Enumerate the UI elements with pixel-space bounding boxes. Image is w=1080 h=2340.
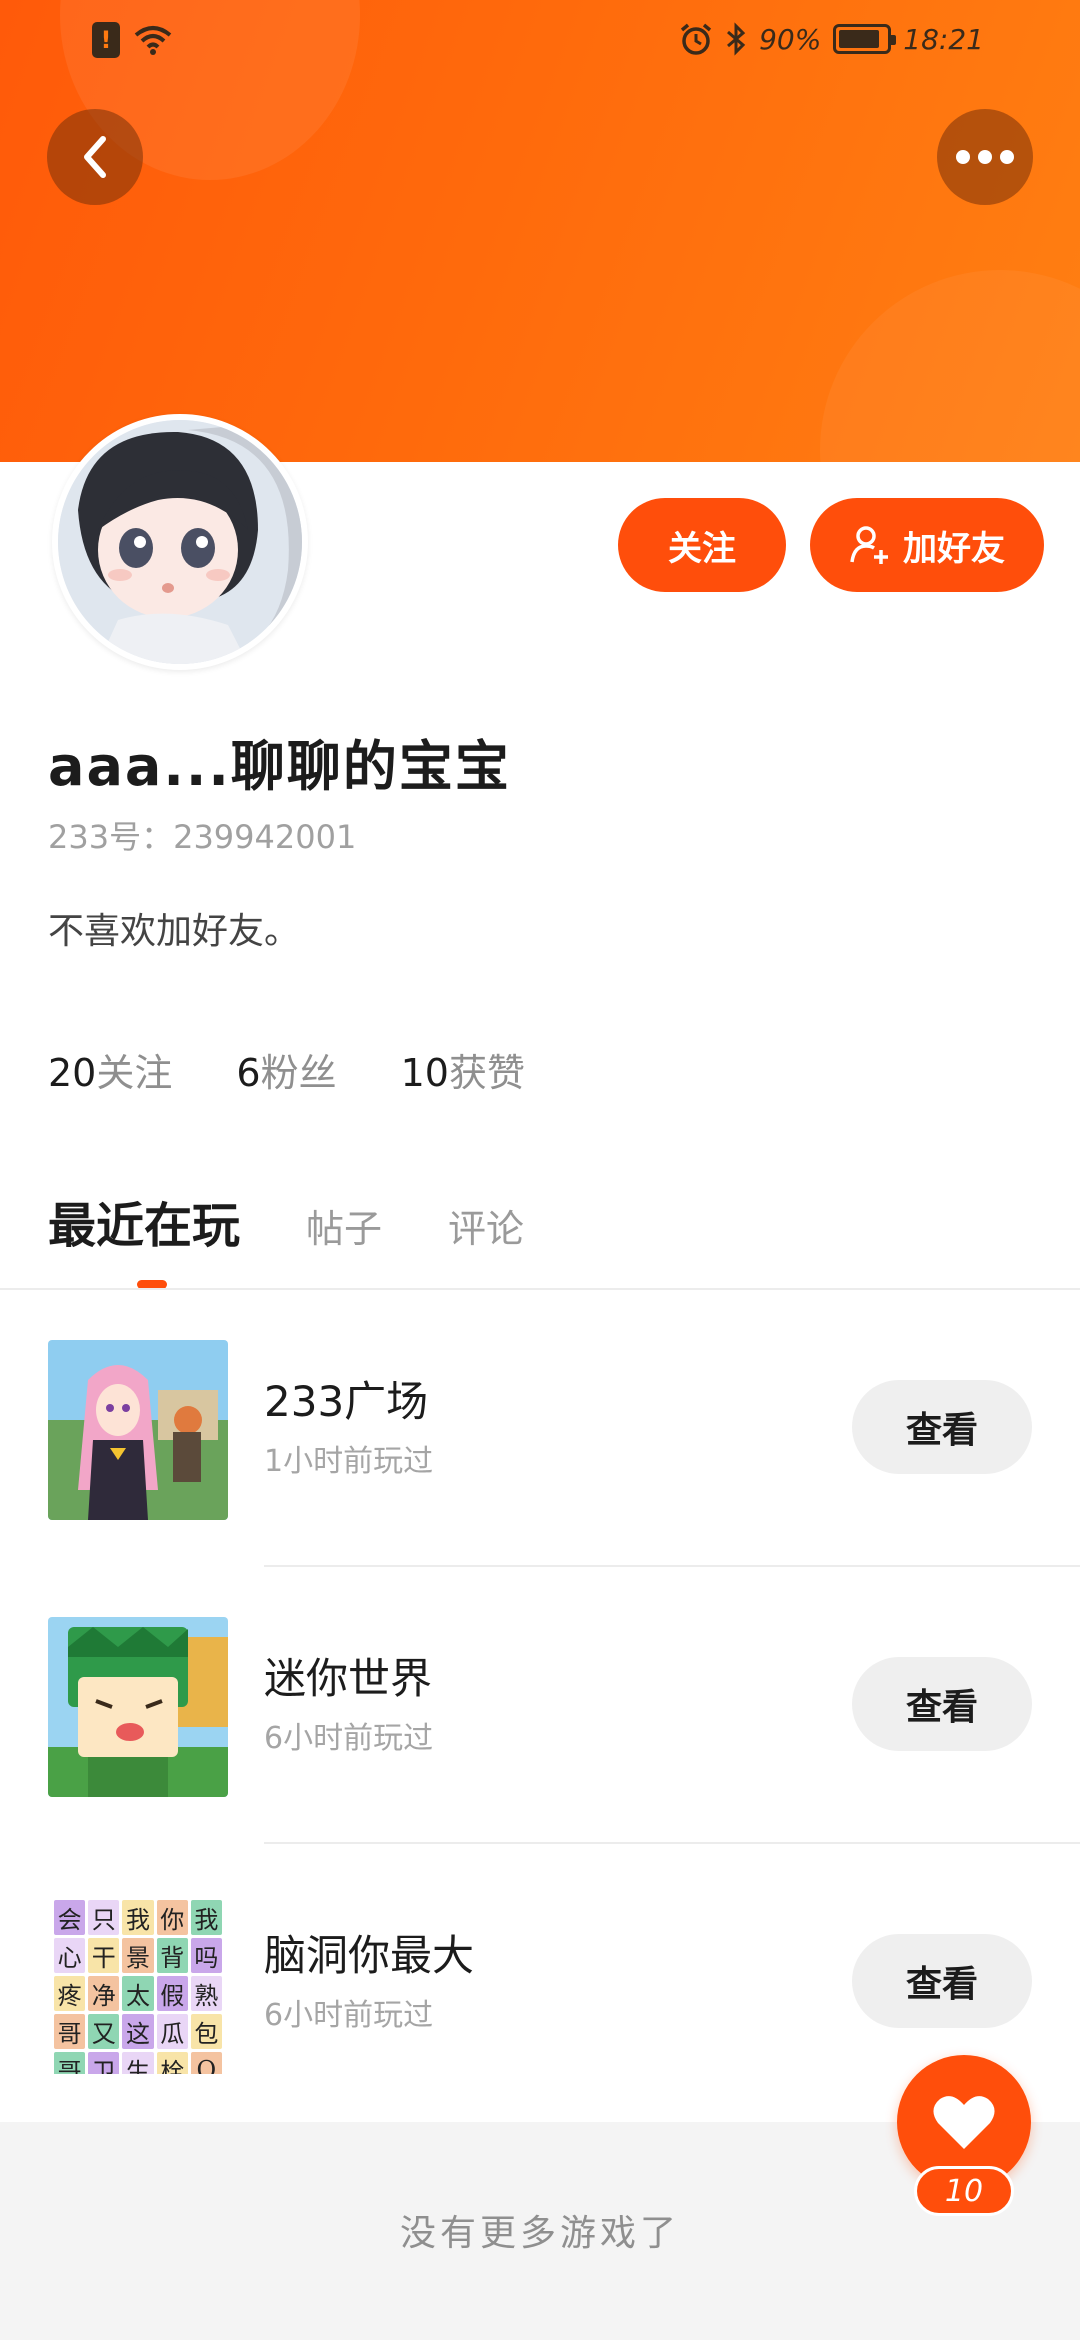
view-game-button[interactable]: 查看 — [852, 1657, 1032, 1751]
heart-icon — [933, 2096, 995, 2149]
puzzle-cell: 会 — [54, 1900, 86, 1935]
more-dots-icon — [956, 150, 1014, 164]
header-decoration — [820, 270, 1080, 462]
list-item[interactable]: 迷你世界 6小时前玩过 查看 — [0, 1567, 1080, 1844]
wifi-icon — [134, 26, 172, 55]
following-count: 20 — [48, 1051, 97, 1095]
likes-label: 获赞 — [448, 1051, 525, 1095]
battery-percent: 90% — [759, 22, 822, 56]
likes-count: 10 — [400, 1051, 449, 1095]
avatar[interactable] — [52, 414, 308, 670]
profile-header-banner: ! 90% 18:21 — [0, 0, 1080, 462]
followers-count: 6 — [236, 1051, 261, 1095]
puzzle-cell: 背 — [156, 1938, 188, 1973]
no-more-games-text: 没有更多游戏了 — [399, 2213, 680, 2254]
puzzle-cell: Q — [190, 2052, 222, 2074]
game-thumbnail — [48, 1617, 228, 1797]
like-count-badge: 10 — [914, 2166, 1014, 2216]
alert-icon: ! — [92, 22, 120, 58]
puzzle-cell: 你 — [156, 1900, 188, 1935]
puzzle-cell: 包 — [190, 2014, 222, 2049]
user-bio: 不喜欢加好友。 — [48, 911, 301, 952]
puzzle-cell: 我 — [122, 1900, 154, 1935]
last-played-time: 6小时前玩过 — [264, 1721, 434, 1756]
chevron-left-icon — [84, 136, 106, 178]
last-played-time: 6小时前玩过 — [264, 1998, 434, 2033]
game-name: 迷你世界 — [264, 1654, 433, 1703]
last-played-time: 1小时前玩过 — [264, 1444, 434, 1479]
puzzle-cell: 心 — [54, 1938, 86, 1973]
add-user-icon — [850, 526, 888, 564]
tab-comments[interactable]: 评论 — [448, 1198, 524, 1253]
battery-icon — [833, 24, 897, 54]
puzzle-cell: 栓 — [156, 2052, 188, 2074]
view-game-button[interactable]: 查看 — [852, 1380, 1032, 1474]
follow-button-label: 关注 — [668, 528, 736, 569]
clock-time: 18:21 — [903, 22, 984, 56]
add-friend-button[interactable]: 加好友 — [810, 498, 1044, 592]
follow-button[interactable]: 关注 — [618, 498, 786, 592]
game-name: 233广场 — [264, 1377, 429, 1426]
puzzle-cell: 景 — [122, 1938, 154, 1973]
word-puzzle-grid: 会只我你我心干景背吗疼净太假熟哥又这瓜包哥卫生栓Q — [48, 1894, 228, 2074]
puzzle-cell: 只 — [88, 1900, 120, 1935]
puzzle-cell: 净 — [88, 1976, 120, 2011]
puzzle-cell: 干 — [88, 1938, 120, 1973]
game-thumbnail — [48, 1340, 228, 1520]
puzzle-cell: 熟 — [190, 1976, 222, 2011]
puzzle-cell: 卫 — [88, 2052, 120, 2074]
profile-stats: 20关注 6粉丝 10获赞 — [48, 1042, 525, 1097]
user-id: 233号：239942001 — [48, 818, 357, 856]
bluetooth-icon — [727, 22, 746, 56]
puzzle-cell: 我 — [190, 1900, 222, 1935]
puzzle-cell: 这 — [122, 2014, 154, 2049]
followers-label: 粉丝 — [260, 1051, 337, 1095]
avatar-image — [58, 420, 302, 664]
status-bar: ! 90% 18:21 — [0, 0, 1080, 84]
alarm-icon — [680, 23, 712, 55]
followers-stat[interactable]: 6粉丝 — [236, 1042, 336, 1097]
puzzle-cell: 哥 — [54, 2014, 86, 2049]
tab-recently-played[interactable]: 最近在玩 — [48, 1186, 240, 1256]
list-item[interactable]: 233广场 1小时前玩过 查看 — [0, 1290, 1080, 1567]
more-options-button[interactable] — [937, 109, 1033, 205]
profile-tabs: 最近在玩 帖子 评论 — [48, 1186, 524, 1256]
puzzle-cell: 哥 — [54, 2052, 86, 2074]
puzzle-cell: 假 — [156, 1976, 188, 2011]
back-button[interactable] — [47, 109, 143, 205]
puzzle-cell: 太 — [122, 1976, 154, 2011]
puzzle-cell: 瓜 — [156, 2014, 188, 2049]
puzzle-cell: 生 — [122, 2052, 154, 2074]
puzzle-cell: 又 — [88, 2014, 120, 2049]
following-stat[interactable]: 20关注 — [48, 1042, 172, 1097]
following-label: 关注 — [96, 1051, 173, 1095]
username: aaa...聊聊的宝宝 — [48, 735, 511, 798]
game-name: 脑洞你最大 — [264, 1931, 475, 1980]
likes-stat[interactable]: 10获赞 — [401, 1042, 525, 1097]
tab-posts[interactable]: 帖子 — [306, 1198, 382, 1253]
add-friend-button-label: 加好友 — [903, 528, 1005, 569]
puzzle-cell: 吗 — [190, 1938, 222, 1973]
view-game-button[interactable]: 查看 — [852, 1934, 1032, 2028]
puzzle-cell: 疼 — [54, 1976, 86, 2011]
game-thumbnail: 会只我你我心干景背吗疼净太假熟哥又这瓜包哥卫生栓Q — [48, 1894, 228, 2074]
